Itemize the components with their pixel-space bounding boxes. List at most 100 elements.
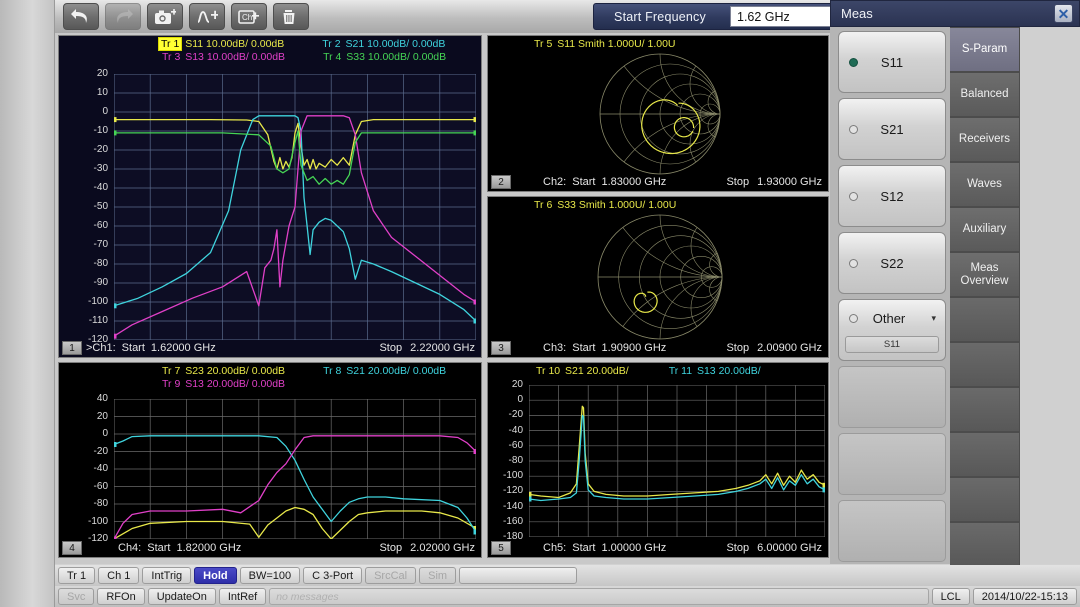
radio-indicator [849,313,858,323]
status-button-sim[interactable]: Sim [419,567,457,584]
stop-group: Stop 2.02000 GHz [379,542,481,554]
start-label: Start [572,342,596,354]
meas-button-empty[interactable] [838,433,946,495]
status-button-hold[interactable]: Hold [194,567,237,584]
tab-empty[interactable] [950,522,1020,567]
y-tick-label: -60 [93,220,108,231]
status-button-intref[interactable]: IntRef [218,588,267,605]
radio-indicator [849,258,858,268]
trace-legend-tr7[interactable]: Tr 7 S23 20.00dB/ 0.00dB [156,365,289,378]
window-number: 2 [491,175,511,189]
meas-button-s22[interactable]: S22 [838,232,946,294]
plot-area-4[interactable] [114,399,476,539]
tab-empty[interactable] [950,477,1020,522]
tab-s-param[interactable]: S-Param [950,27,1020,72]
y-tick-label: -120 [502,485,523,497]
channel-label: Ch4: [118,542,142,554]
status-button-svc[interactable]: Svc [58,588,95,605]
start-value: 1.83000 GHz [601,176,667,188]
tab-empty[interactable] [950,432,1020,477]
trace-header-row: Tr 3 S13 10.00dB/ 0.00dB Tr 4 S33 10.00d… [59,51,481,64]
meas-button-s12[interactable]: S12 [838,165,946,227]
trace-legend-tr8[interactable]: Tr 8 S21 20.00dB/ 0.00dB [317,365,450,378]
status-button-bw-100[interactable]: BW=100 [239,567,301,584]
y-tick-label: -20 [508,409,523,421]
undo-button[interactable] [63,3,99,30]
tab-balanced[interactable]: Balanced [950,72,1020,117]
status-button-updateon[interactable]: UpdateOn [147,588,216,605]
trace-legend-tr3[interactable]: Tr 3 S13 10.00dB/ 0.00dB [156,51,289,64]
measurement-display: Tr 1 S11 10.00dB/ 0.00dB Tr 2 S21 10.00d… [55,33,830,564]
trace-window-2[interactable]: Tr 5 S11 Smith 1.000U/ 1.00U 2 Ch2: Star… [487,35,829,192]
trace-legend-tr10[interactable]: Tr 10 S21 20.00dB/ [530,365,633,378]
trace-legend-tr6[interactable]: Tr 6 S33 Smith 1.000U/ 1.00U [528,199,680,212]
add-trace-button[interactable] [189,3,225,30]
trace-window-3[interactable]: Tr 6 S33 Smith 1.000U/ 1.00U 3 Ch3: Star… [487,196,829,358]
stop-group: Stop 2.00900 GHz [726,342,828,354]
smith-chart-2[interactable] [562,52,758,176]
status-button-srccal[interactable]: SrcCal [365,567,417,584]
y-axis-labels-1: 20 10 0 -10 -20 -30 -40 -50 -60 -70 -80 -90 -100 -110… [59,69,113,345]
trace-legend-tr11[interactable]: Tr 11 S13 20.00dB/ [663,365,765,378]
y-tick-label: -80 [93,258,108,269]
tab-meas-overview[interactable]: Meas Overview [950,252,1020,297]
y-tick-label: -10 [93,125,108,136]
y-tick-label: 40 [96,393,108,404]
trace-legend-tr1[interactable]: Tr 1 S11 10.00dB/ 0.00dB [154,37,288,51]
trace-legend-tr4[interactable]: Tr 4 S33 10.00dB/ 0.00dB [317,51,450,64]
tab-auxiliary[interactable]: Auxiliary [950,207,1020,252]
status-button-blank[interactable] [459,567,578,584]
trace-header-row: Tr 7 S23 20.00dB/ 0.00dB Tr 8 S21 20.00d… [59,365,481,378]
meas-button-s21[interactable]: S21 [838,98,946,160]
redo-button[interactable] [105,3,141,30]
plot-area-1[interactable] [114,74,476,340]
status-button-ch-1[interactable]: Ch 1 [98,567,140,584]
trace-window-5[interactable]: Tr 10 S21 20.00dB/ Tr 11 S13 20.00dB/ 20… [487,362,829,558]
status-button-inttrig[interactable]: IntTrig [142,567,192,584]
add-channel-button[interactable]: Ch [231,3,267,30]
y-tick-label: -100 [502,470,523,482]
plot-area-5[interactable] [529,385,825,537]
meas-button-s11[interactable]: S11 [838,31,946,93]
status-button-tr-1[interactable]: Tr 1 [58,567,96,584]
panel-footer-5: 5 Ch5: Start 1.00000 GHz Stop 6.00000 GH… [488,539,828,557]
meas-button-other[interactable]: Other ▾ S11 [838,299,946,361]
start-value: 1.82000 GHz [176,542,242,554]
trace-window-1[interactable]: Tr 1 S11 10.00dB/ 0.00dB Tr 2 S21 10.00d… [58,35,482,358]
meas-button-empty[interactable] [838,366,946,428]
trace-window-4[interactable]: Tr 7 S23 20.00dB/ 0.00dB Tr 8 S21 20.00d… [58,362,482,558]
stop-group: Stop 6.00000 GHz [726,542,828,554]
other-selected-value[interactable]: S11 [845,336,939,353]
status-button-c-3-port[interactable]: C 3-Port [303,567,363,584]
tab-waves[interactable]: Waves [950,162,1020,207]
delete-button[interactable] [273,3,309,30]
status-lcl-indicator[interactable]: LCL [931,588,970,605]
stop-value: 1.93000 GHz [757,176,822,188]
trace-legend-tr9[interactable]: Tr 9 S13 20.00dB/ 0.00dB [156,378,289,391]
tab-empty[interactable] [950,342,1020,387]
trace-header-3: Tr 6 S33 Smith 1.000U/ 1.00U [488,197,828,212]
y-tick-label: -80 [508,455,523,466]
close-icon[interactable]: ✕ [1054,4,1073,23]
trace-header-row: Tr 6 S33 Smith 1.000U/ 1.00U [488,199,828,212]
meas-title-label: Meas [841,6,873,21]
screenshot-button[interactable] [147,3,183,30]
trace-legend-tr2[interactable]: Tr 2 S21 10.00dB/ 0.00dB [316,38,449,51]
tab-label: Waves [967,178,1002,190]
stop-label: Stop [726,342,750,354]
tab-empty[interactable] [950,297,1020,342]
smith-chart-3[interactable] [562,213,758,341]
y-tick-label: 0 [102,428,108,439]
status-button-rfon[interactable]: RFOn [97,588,145,605]
trace-header-row: Tr 5 S11 Smith 1.000U/ 1.00U [488,38,828,51]
tab-receivers[interactable]: Receivers [950,117,1020,162]
trace-legend-tr5[interactable]: Tr 5 S11 Smith 1.000U/ 1.00U [528,38,680,51]
tab-empty[interactable] [950,387,1020,432]
trace-header-1: Tr 1 S11 10.00dB/ 0.00dB Tr 2 S21 10.00d… [59,36,481,64]
window-number: 1 [62,341,82,355]
y-tick-label: 20 [96,68,108,79]
chevron-down-icon[interactable]: ▾ [931,313,936,324]
meas-button-empty[interactable] [838,500,946,562]
add-channel-icon: Ch [238,9,259,24]
other-row[interactable]: Other ▾ [839,300,945,336]
